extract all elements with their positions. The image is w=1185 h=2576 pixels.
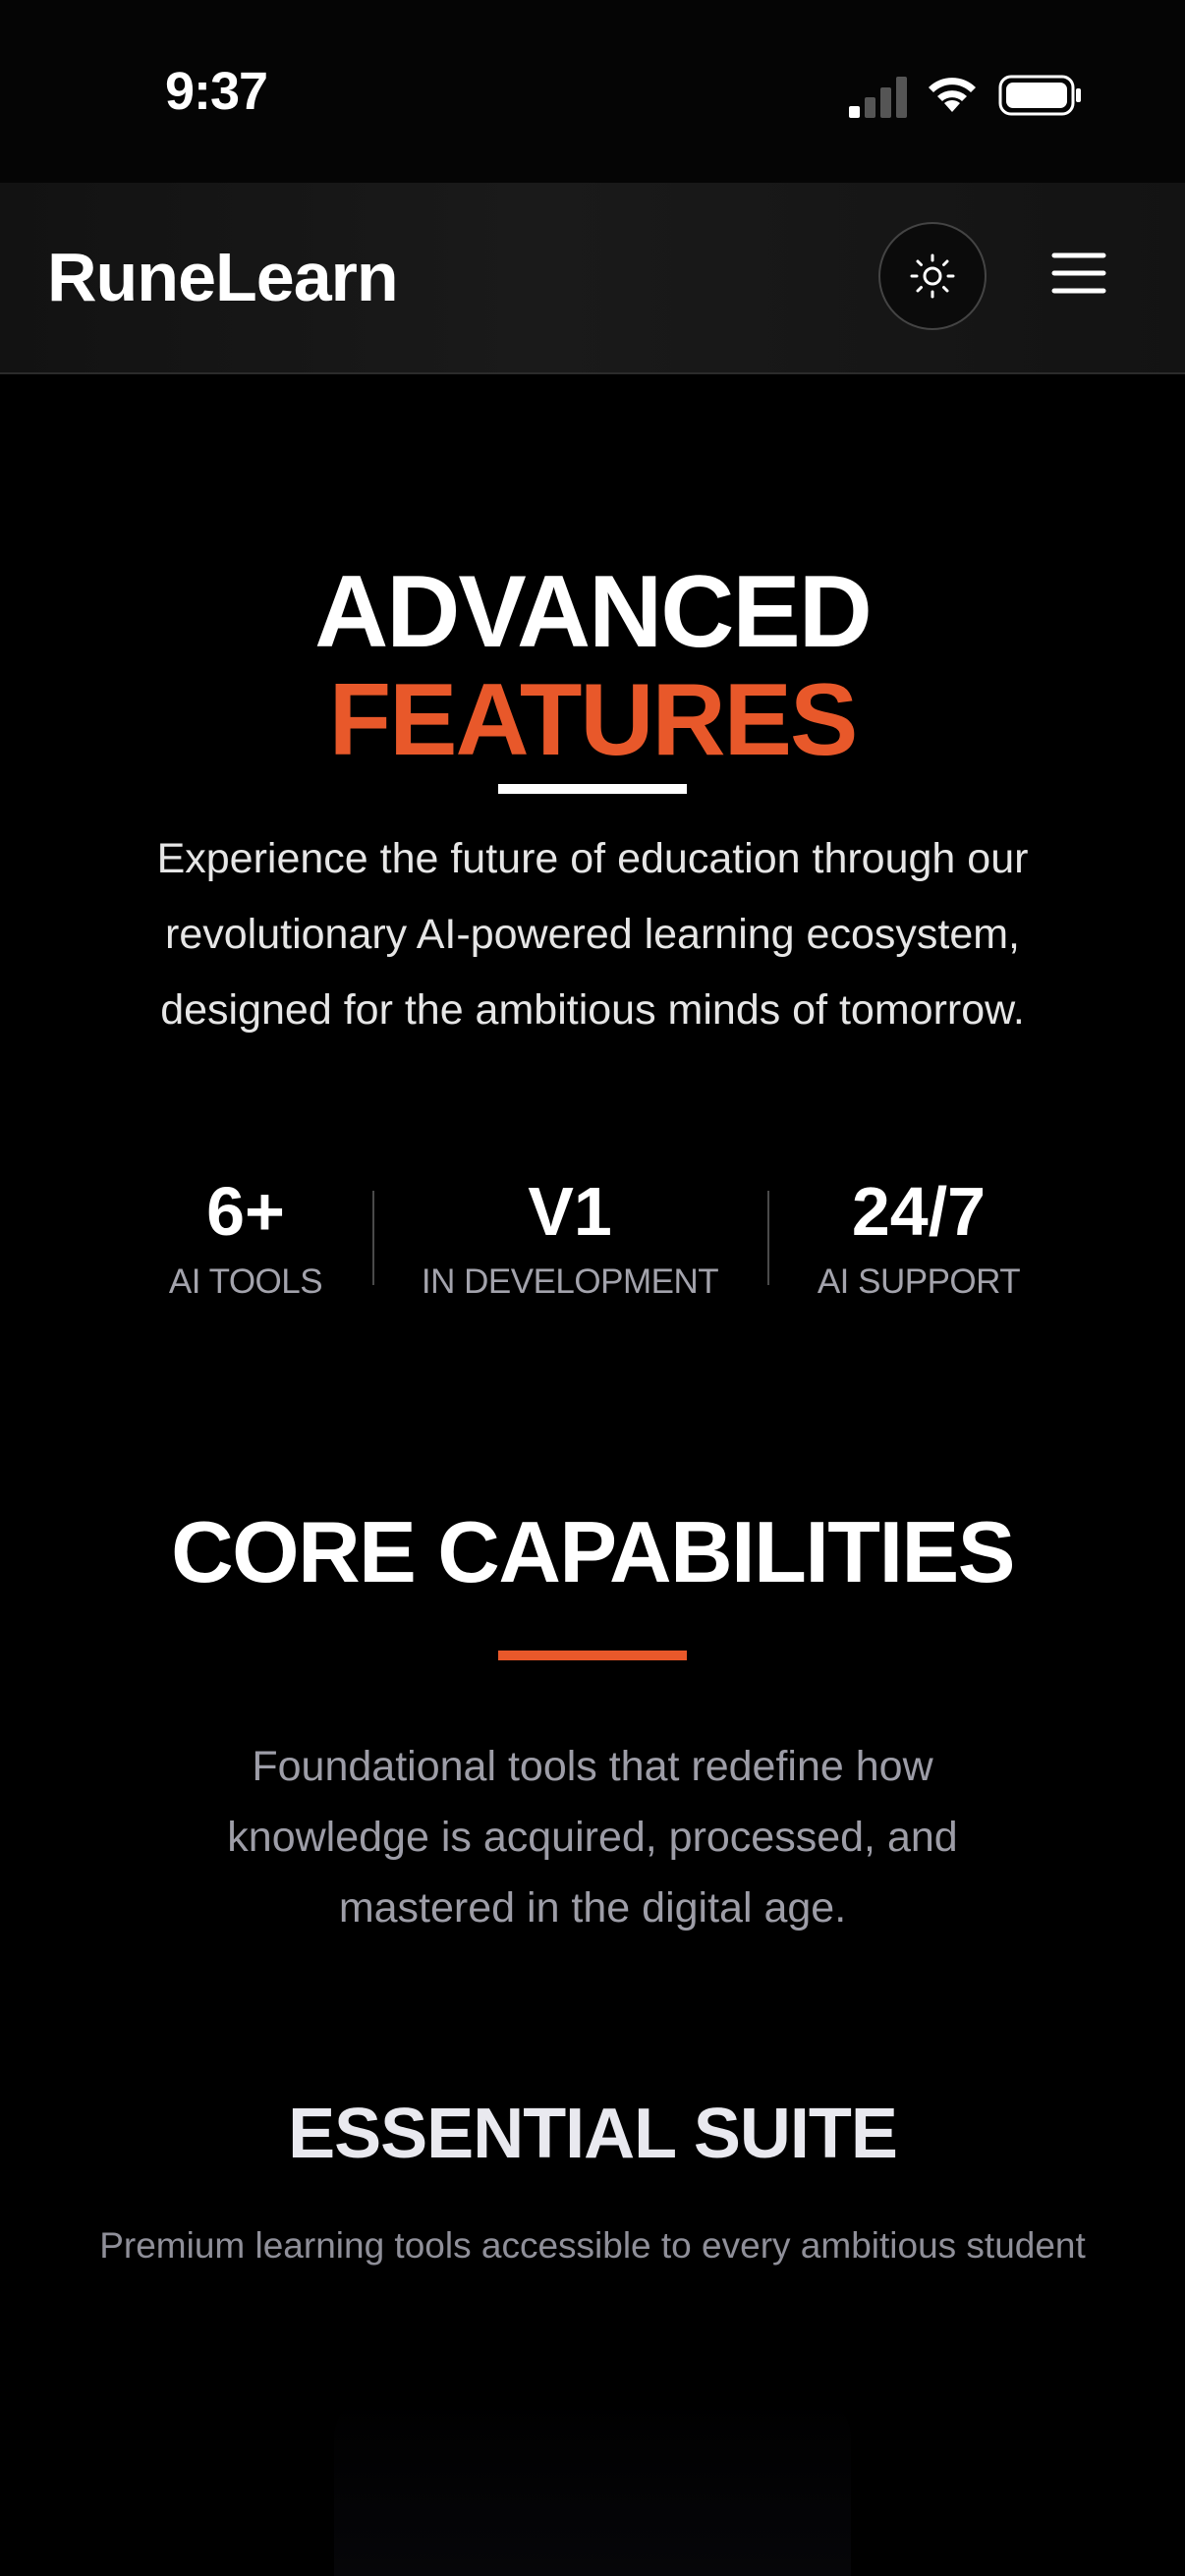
stat-version: V1 IN DEVELOPMENT [393, 1167, 747, 1305]
core-capabilities-description: Foundational tools that redefine how kno… [227, 1743, 958, 1932]
stat-ai-tools: 6+ AI TOOLS [147, 1167, 344, 1305]
essential-suite-title: ESSENTIAL SUITE [288, 2095, 898, 2173]
stat-label: AI TOOLS [168, 1262, 323, 1301]
stat-value: V1 [528, 1173, 612, 1250]
menu-button[interactable] [1047, 242, 1110, 305]
hero-description: Experience the future of education throu… [156, 835, 1029, 1034]
stat-value: 6+ [206, 1173, 285, 1250]
stat-divider [767, 1191, 769, 1285]
hamburger-icon [1051, 252, 1106, 294]
hero-underline [498, 784, 687, 794]
core-capabilities-underline [498, 1651, 687, 1660]
status-bar: 9:37 [0, 0, 1185, 183]
stat-label: AI SUPPORT [817, 1262, 1021, 1301]
battery-icon [998, 75, 1081, 116]
brand-logo[interactable]: RuneLearn [47, 228, 399, 326]
hero-title-line1: ADVANCED [314, 555, 873, 669]
wifi-icon [929, 78, 976, 112]
suite-card-preview [334, 2397, 851, 2576]
stat-label: IN DEVELOPMENT [421, 1262, 719, 1301]
sun-icon [910, 253, 955, 299]
stat-divider [372, 1191, 374, 1285]
essential-suite-description: Premium learning tools accessible to eve… [99, 2225, 1086, 2266]
core-capabilities-title: CORE CAPABILITIES [171, 1503, 1015, 1600]
stat-ai-support: 24/7 AI SUPPORT [796, 1167, 1042, 1305]
hero-title-line2: FEATURES [328, 663, 859, 777]
theme-toggle-button[interactable] [878, 222, 987, 330]
stat-value: 24/7 [851, 1173, 987, 1250]
status-time: 9:37 [165, 62, 268, 121]
app-header: RuneLearn [0, 183, 1185, 374]
cellular-signal-icon [849, 77, 907, 118]
